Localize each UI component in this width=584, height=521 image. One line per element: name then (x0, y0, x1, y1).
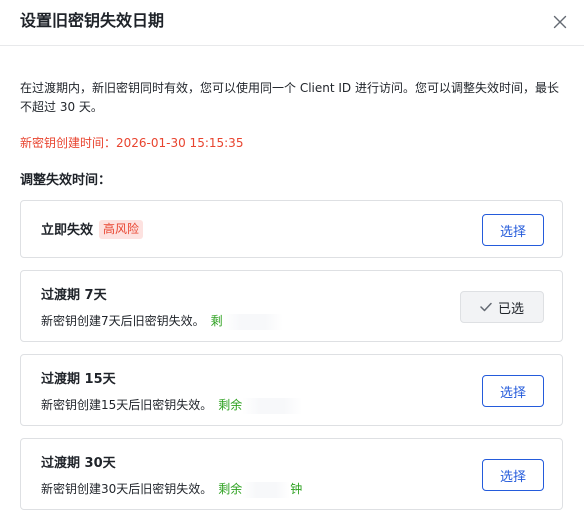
option-subtitle: 新密钥创建7天后旧密钥失效。 (41, 314, 205, 328)
option-title: 过渡期 30天 (41, 456, 116, 471)
remaining-time: 剩余 (218, 482, 243, 496)
select-button-30-days[interactable]: 选择 (482, 459, 544, 491)
close-icon (553, 15, 567, 29)
select-button-immediate[interactable]: 选择 (482, 214, 544, 246)
remaining-time: 剩余 (218, 398, 243, 412)
option-title: 过渡期 15天 (41, 372, 116, 387)
dialog-title: 设置旧密钥失效日期 (20, 11, 165, 30)
option-subtitle: 新密钥创建15天后旧密钥失效。 (41, 398, 213, 412)
select-button-15-days[interactable]: 选择 (482, 375, 544, 407)
option-7-days[interactable]: 过渡期 7天 新密钥创建7天后旧密钥失效。剩 已选 (20, 270, 563, 342)
option-subtitle: 新密钥创建30天后旧密钥失效。 (41, 482, 213, 496)
redacted-area (222, 313, 283, 330)
option-15-days[interactable]: 过渡期 15天 新密钥创建15天后旧密钥失效。 剩余 选择 (20, 354, 563, 426)
dialog-description: 在过渡期内，新旧密钥同时有效，您可以使用同一个 Client ID 进行访问。您… (20, 81, 559, 114)
redacted-area (242, 397, 303, 414)
selected-button-7-days[interactable]: 已选 (460, 291, 544, 323)
option-title: 立即失效 (41, 223, 94, 238)
section-label: 调整失效时间： (20, 173, 112, 188)
option-immediate[interactable]: 立即失效 高风险 选择 (20, 200, 563, 258)
option-30-days[interactable]: 过渡期 30天 新密钥创建30天后旧密钥失效。 剩余 钟 选择 (20, 438, 563, 510)
redacted-area (242, 481, 291, 498)
option-title: 过渡期 7天 (41, 288, 107, 303)
remaining-time-tail: 钟 (290, 482, 303, 496)
selected-label: 已选 (497, 301, 524, 317)
key-created-time: 新密钥创建时间：2026-01-30 15:15:35 (20, 136, 244, 150)
close-button[interactable] (548, 10, 572, 34)
high-risk-badge: 高风险 (99, 220, 144, 239)
expiry-dialog: 设置旧密钥失效日期 在过渡期内，新旧密钥同时有效，您可以使用同一个 Client… (0, 0, 584, 521)
dialog-header: 设置旧密钥失效日期 (0, 0, 584, 46)
remaining-time: 剩 (210, 314, 223, 328)
check-icon (480, 302, 492, 312)
